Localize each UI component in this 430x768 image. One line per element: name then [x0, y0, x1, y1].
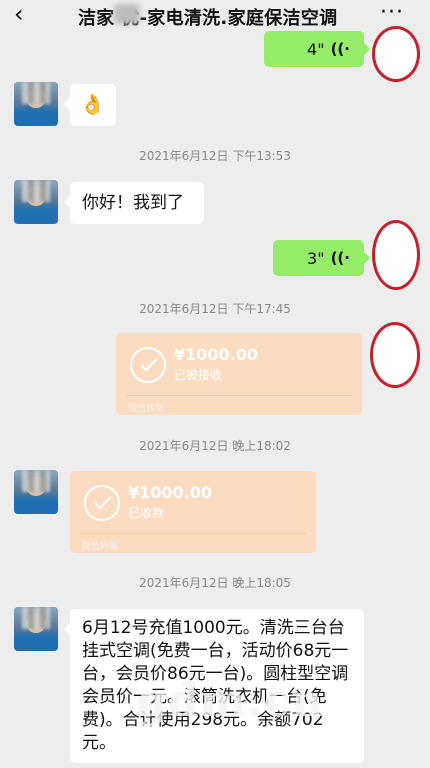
redacted-avatar-circle: [372, 220, 420, 290]
timestamp: 2021年6月12日 晚上18:05: [139, 576, 291, 590]
divider: [80, 533, 306, 534]
title-redaction: [114, 4, 140, 24]
emoji-message[interactable]: 👌: [64, 84, 116, 126]
transfer-amount: ¥1000.00: [128, 483, 213, 502]
voice-duration: 3": [307, 248, 325, 268]
transfer-status: 已被接收: [174, 368, 223, 382]
transfer-amount: ¥1000.00: [174, 345, 259, 364]
avatar[interactable]: [14, 470, 58, 514]
watermark: gdm.cn: [136, 676, 325, 727]
divider: [126, 395, 352, 396]
avatar[interactable]: [14, 180, 58, 224]
voice-duration: 4": [307, 39, 325, 59]
ok-hand-emoji: 👌: [80, 92, 105, 116]
voice-wave-icon: ((·: [330, 40, 350, 58]
timestamp: 2021年6月12日 下午17:45: [139, 302, 291, 316]
chat-header: ‹ 洁家 优-家电清洗.家庭保洁空调 ···: [0, 0, 430, 30]
check-circle-icon: [130, 347, 166, 383]
timestamp: 2021年6月12日 下午13:53: [139, 149, 291, 163]
more-options-icon[interactable]: ···: [380, 0, 404, 25]
transfer-brand: 微信转账: [82, 542, 119, 552]
transfer-card-received[interactable]: ¥1000.00 已收款 微信转账: [70, 471, 316, 553]
back-button[interactable]: ‹: [14, 2, 24, 26]
voice-message-4s[interactable]: 4" ((·: [264, 31, 370, 67]
redacted-avatar-circle: [370, 322, 420, 388]
text-message[interactable]: 你好！我到了: [64, 182, 204, 224]
voice-wave-icon: ((·: [330, 249, 350, 267]
voice-message-3s[interactable]: 3" ((·: [273, 240, 370, 276]
transfer-brand: 微信转账: [128, 404, 165, 414]
timestamp: 2021年6月12日 晚上18:02: [139, 439, 291, 453]
avatar[interactable]: [14, 607, 58, 651]
transfer-card-sent[interactable]: ¥1000.00 已被接收 微信转账: [116, 333, 362, 415]
avatar[interactable]: [14, 82, 58, 126]
transfer-status: 已收款: [128, 506, 165, 520]
check-circle-icon: [84, 485, 120, 521]
redacted-avatar-circle: [372, 26, 420, 82]
